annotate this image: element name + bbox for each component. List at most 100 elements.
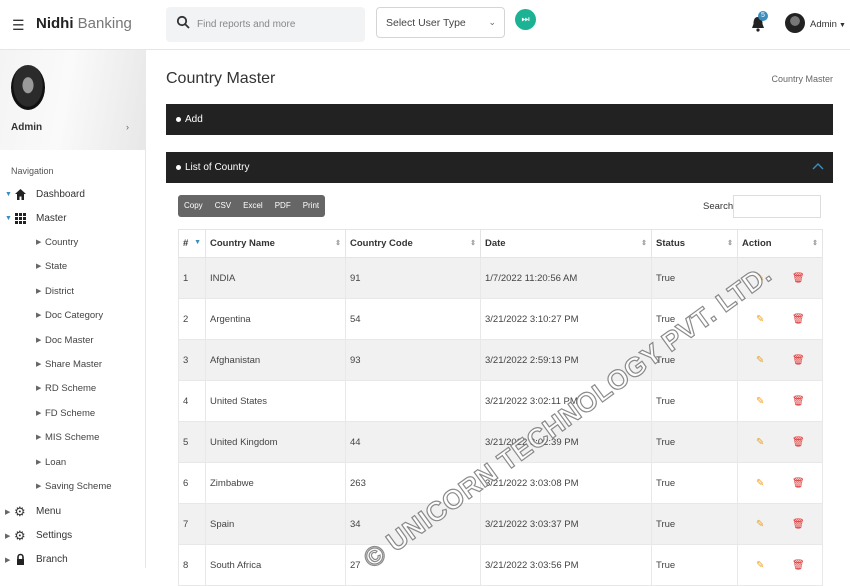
pdf-button[interactable]: PDF (269, 195, 297, 217)
edit-icon[interactable]: ✎ (756, 396, 766, 407)
gear-icon: ⚙ (14, 504, 26, 519)
sidebar-item-doc-master[interactable]: ▶ Doc Master (0, 334, 146, 354)
col-header-date[interactable]: Date ⇕ (480, 229, 652, 258)
delete-icon[interactable]: 🗑 (792, 560, 805, 571)
edit-icon[interactable]: ✎ (756, 478, 766, 489)
nav-heading: Navigation (11, 166, 54, 176)
delete-icon[interactable]: 🗑 (792, 355, 805, 366)
sidebar-item-mis-scheme[interactable]: ▶ MIS Scheme (0, 431, 146, 451)
table-cell: Spain (205, 503, 346, 545)
sidebar-item-branch[interactable]: ▶ Branch (0, 552, 146, 572)
row-actions: ✎ 🗑 (737, 257, 823, 299)
copy-button[interactable]: Copy (178, 195, 209, 217)
table-row: 3 Afghanistan 93 3/21/2022 2:59:13 PM True ✎ 🗑 (178, 339, 823, 381)
global-search[interactable]: Find reports and more (166, 7, 365, 42)
csv-button[interactable]: CSV (209, 195, 237, 217)
row-actions: ✎ 🗑 (737, 421, 823, 463)
caret-down-icon: ▼ (838, 22, 846, 29)
sidebar: Admin › Navigation ▼ Dashboard ▼ Master … (0, 50, 146, 568)
list-panel-header[interactable]: List of Country (166, 152, 833, 183)
table-row: 2 Argentina 54 3/21/2022 3:10:27 PM True ✎ 🗑 (178, 298, 823, 340)
table-cell: 3/21/2022 3:03:37 PM (480, 503, 652, 545)
excel-button[interactable]: Excel (237, 195, 269, 217)
col-header-action[interactable]: Action ⇕ (737, 229, 823, 258)
caret-right-icon: ▶ (36, 312, 42, 319)
lock-icon (17, 553, 24, 565)
edit-icon[interactable]: ✎ (756, 519, 766, 530)
sort-desc-icon: ▼ (194, 239, 201, 246)
caret-right-icon: ▶ (36, 239, 42, 246)
table-cell: 93 (345, 339, 481, 381)
table-row: 6 Zimbabwe 263 3/21/2022 3:03:08 PM True ✎ 🗑 (178, 462, 823, 504)
sidebar-item-menu[interactable]: ▶ ⚙ Menu (0, 504, 146, 524)
edit-icon[interactable]: ✎ (756, 437, 766, 448)
caret-right-icon: ▶ (36, 410, 42, 417)
table-cell: 27 (345, 544, 481, 586)
sidebar-item-share-master[interactable]: ▶ Share Master (0, 358, 146, 378)
user-type-select[interactable]: Select User Type ⌄ (376, 7, 505, 38)
sidebar-item-fd-scheme[interactable]: ▶ FD Scheme (0, 407, 146, 427)
hamburger-menu-icon[interactable]: ☰ (12, 17, 25, 34)
sidebar-item-country[interactable]: ▶ Country (0, 236, 146, 256)
notification-badge: 5 (758, 11, 768, 21)
avatar[interactable] (785, 13, 805, 33)
app-brand[interactable]: Nidhi Banking (36, 15, 132, 32)
table-cell: 4 (178, 380, 206, 422)
edit-icon[interactable]: ✎ (756, 314, 766, 325)
table-cell: True (651, 544, 738, 586)
caret-right-icon: ▶ (36, 483, 42, 490)
table-cell: 5 (178, 421, 206, 463)
delete-icon[interactable]: 🗑 (792, 273, 805, 284)
edit-icon[interactable]: ✎ (756, 273, 766, 284)
sidebar-item-settings[interactable]: ▶ ⚙ Settings (0, 528, 146, 548)
table-cell: 3/21/2022 2:59:13 PM (480, 339, 652, 381)
delete-icon[interactable]: 🗑 (792, 437, 805, 448)
search-input[interactable]: Find reports and more (197, 19, 295, 30)
table-cell: 7 (178, 503, 206, 545)
add-panel-header[interactable]: Add (166, 104, 833, 135)
delete-icon[interactable]: 🗑 (792, 396, 805, 407)
breadcrumb[interactable]: Country Master (771, 74, 833, 84)
sort-icon: ⇕ (470, 240, 476, 247)
table-cell: 54 (345, 298, 481, 340)
fast-forward-button[interactable]: ⏭ (515, 9, 536, 30)
col-header-index[interactable]: # ▼ (178, 229, 206, 258)
table-cell: 44 (345, 421, 481, 463)
table-search-input[interactable] (733, 195, 821, 218)
table-cell: 1 (178, 257, 206, 299)
row-actions: ✎ 🗑 (737, 544, 823, 586)
edit-icon[interactable]: ✎ (756, 355, 766, 366)
user-menu[interactable]: Admin ▼ (810, 19, 846, 30)
sidebar-item-doc-category[interactable]: ▶ Doc Category (0, 309, 146, 329)
col-header-country-code[interactable]: Country Code ⇕ (345, 229, 481, 258)
table-cell: 3/21/2022 3:03:56 PM (480, 544, 652, 586)
delete-icon[interactable]: 🗑 (792, 519, 805, 530)
caret-right-icon: ▶ (5, 533, 11, 540)
sidebar-item-loan[interactable]: ▶ Loan (0, 456, 146, 476)
sidebar-item-saving-scheme[interactable]: ▶ Saving Scheme (0, 480, 146, 500)
table-cell: True (651, 339, 738, 381)
sidebar-item-master[interactable]: ▼ Master (0, 211, 146, 231)
delete-icon[interactable]: 🗑 (792, 478, 805, 489)
search-icon (176, 15, 190, 29)
sort-icon: ⇕ (812, 240, 818, 247)
table-cell: 8 (178, 544, 206, 586)
profile-name[interactable]: Admin (11, 122, 42, 133)
caret-right-icon: ▶ (36, 263, 42, 270)
sidebar-item-state[interactable]: ▶ State (0, 260, 146, 280)
edit-icon[interactable]: ✎ (756, 560, 766, 571)
col-header-status[interactable]: Status ⇕ (651, 229, 738, 258)
col-header-country-name[interactable]: Country Name ⇕ (205, 229, 346, 258)
print-button[interactable]: Print (297, 195, 325, 217)
chevron-up-icon[interactable] (812, 161, 824, 173)
table-cell: 3/21/2022 3:02:39 PM (480, 421, 652, 463)
table-row: 7 Spain 34 3/21/2022 3:03:37 PM True ✎ 🗑 (178, 503, 823, 545)
table-row: 4 United States 3/21/2022 3:02:11 PM True ✎ 🗑 (178, 380, 823, 422)
sidebar-item-district[interactable]: ▶ District (0, 285, 146, 305)
sidebar-item-dashboard[interactable]: ▼ Dashboard (0, 187, 146, 207)
row-actions: ✎ 🗑 (737, 380, 823, 422)
table-cell: 3/21/2022 3:02:11 PM (480, 380, 652, 422)
chevron-right-icon[interactable]: › (126, 122, 129, 132)
sidebar-item-rd-scheme[interactable]: ▶ RD Scheme (0, 382, 146, 402)
delete-icon[interactable]: 🗑 (792, 314, 805, 325)
